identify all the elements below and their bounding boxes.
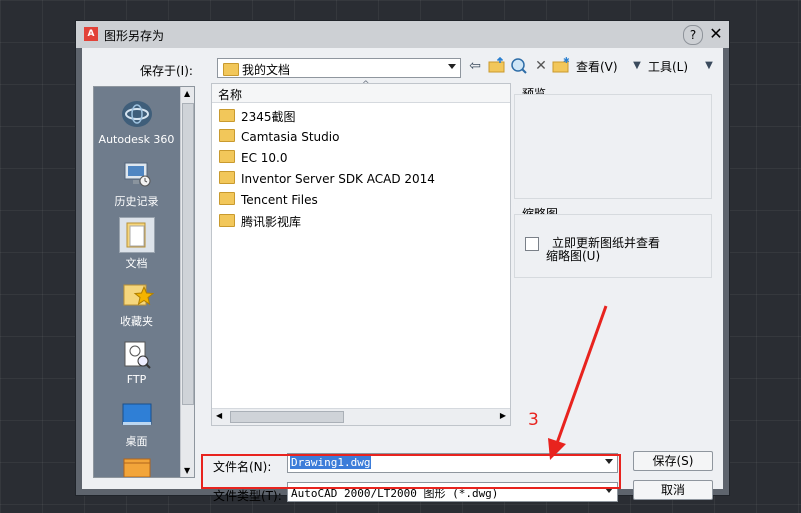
list-item[interactable]: Tencent Files xyxy=(219,192,318,212)
dialog-body: 保存于(I): 我的文档 ⇦ ✕ ✱ 查看(V) ▼ 工具(L) ▼ Autod… xyxy=(82,48,723,503)
save-in-label: 保存于(I): xyxy=(140,64,193,78)
filetype-label: 文件类型(T): xyxy=(213,489,282,503)
list-item[interactable]: 腾讯影视库 xyxy=(219,213,301,233)
list-item[interactable]: EC 10.0 xyxy=(219,150,288,170)
annotation-arrow-icon xyxy=(548,305,608,460)
folder-icon xyxy=(219,150,235,163)
place-label: 文档 xyxy=(125,257,148,270)
scroll-up-icon[interactable]: ▲ xyxy=(184,89,190,98)
chevron-down-icon[interactable] xyxy=(448,64,456,69)
place-label: 桌面 xyxy=(125,435,148,448)
close-button[interactable]: ✕ xyxy=(707,25,725,43)
folder-icon xyxy=(219,192,235,205)
place-more[interactable] xyxy=(94,453,179,489)
folder-icon xyxy=(223,63,239,76)
svg-text:✱: ✱ xyxy=(563,57,570,65)
ftp-icon xyxy=(120,337,154,371)
view-chevron-icon[interactable]: ▼ xyxy=(628,57,646,75)
place-label: FTP xyxy=(126,373,147,386)
list-item[interactable]: Inventor Server SDK ACAD 2014 xyxy=(219,171,435,191)
save-in-dropdown[interactable]: 我的文档 xyxy=(217,58,461,78)
place-favorites[interactable]: 收藏夹 xyxy=(94,277,179,329)
file-name: EC 10.0 xyxy=(241,151,288,165)
dialog-title: 图形另存为 xyxy=(104,29,165,43)
history-icon xyxy=(120,157,154,191)
sort-ascending-icon: ^ xyxy=(362,80,370,90)
tools-chevron-icon[interactable]: ▼ xyxy=(700,57,718,75)
search-web-icon[interactable] xyxy=(510,57,528,75)
update-thumbnail-checkbox[interactable] xyxy=(525,237,539,251)
back-icon[interactable]: ⇦ xyxy=(466,57,484,75)
place-label: 历史记录 xyxy=(114,195,159,208)
file-list-hscrollbar[interactable]: ◀ ▶ xyxy=(212,408,510,425)
file-name: Tencent Files xyxy=(241,193,318,207)
up-folder-icon[interactable] xyxy=(488,56,506,75)
column-header-name[interactable]: 名称 ^ xyxy=(212,80,510,103)
folder-icon xyxy=(219,214,235,227)
file-list[interactable]: 名称 ^ 2345截图 Camtasia Studio EC 10.0 Inve… xyxy=(211,80,511,426)
column-name-label: 名称 xyxy=(218,88,243,102)
save-in-value: 我的文档 xyxy=(242,63,291,77)
places-scrollbar[interactable]: ▲ ▼ xyxy=(180,87,194,477)
desktop-icon xyxy=(120,397,154,431)
scrollbar-thumb[interactable] xyxy=(182,103,194,405)
scroll-down-icon[interactable]: ▼ xyxy=(184,466,190,475)
autocad-logo-icon: A xyxy=(84,27,98,41)
place-desktop[interactable]: 桌面 xyxy=(94,397,179,449)
places-sidebar: Autodesk 360 历史记录 文档 收藏夹 FTP 桌面 ▲ ▼ xyxy=(93,86,195,478)
help-button[interactable]: ? xyxy=(683,25,703,45)
place-label: Autodesk 360 xyxy=(98,133,175,146)
autodesk-360-icon xyxy=(120,97,154,131)
file-name: Camtasia Studio xyxy=(241,130,340,144)
scroll-right-icon[interactable]: ▶ xyxy=(500,411,506,420)
list-item[interactable]: 2345截图 xyxy=(219,108,296,128)
tools-menu[interactable]: 工具(L) xyxy=(648,58,688,75)
thumbnail-group: 立即更新图纸并查看 缩略图(U) xyxy=(514,214,712,278)
new-folder-icon[interactable]: ✱ xyxy=(552,56,570,75)
file-name: 2345截图 xyxy=(241,110,296,124)
save-button[interactable]: 保存(S) xyxy=(633,451,713,471)
hscrollbar-thumb[interactable] xyxy=(230,411,344,423)
place-autodesk-360[interactable]: Autodesk 360 xyxy=(94,97,179,146)
file-name: 腾讯影视库 xyxy=(241,215,302,229)
place-history[interactable]: 历史记录 xyxy=(94,157,179,209)
favorites-icon xyxy=(120,277,154,311)
documents-icon xyxy=(118,217,155,253)
scroll-left-icon[interactable]: ◀ xyxy=(216,411,222,420)
place-ftp[interactable]: FTP xyxy=(94,337,179,386)
delete-icon[interactable]: ✕ xyxy=(532,57,550,75)
view-menu[interactable]: 查看(V) xyxy=(576,58,618,75)
save-as-dialog: A 图形另存为 ? ✕ 保存于(I): 我的文档 ⇦ ✕ ✱ 查看(V) ▼ 工… xyxy=(75,20,730,503)
preview-pane xyxy=(514,94,712,199)
place-label: 收藏夹 xyxy=(120,315,153,328)
folder-icon xyxy=(219,109,235,122)
folder-icon xyxy=(219,129,235,142)
folder-gift-icon xyxy=(120,453,154,487)
folder-icon xyxy=(219,171,235,184)
title-bar[interactable]: A 图形另存为 ? ✕ xyxy=(76,21,729,48)
annotation-step-number: 3 xyxy=(528,410,539,430)
place-documents[interactable]: 文档 xyxy=(94,217,179,271)
cancel-button[interactable]: 取消 xyxy=(633,480,713,500)
update-thumbnail-text-2: 缩略图(U) xyxy=(546,249,601,263)
file-name: Inventor Server SDK ACAD 2014 xyxy=(241,172,435,186)
list-item[interactable]: Camtasia Studio xyxy=(219,129,339,149)
